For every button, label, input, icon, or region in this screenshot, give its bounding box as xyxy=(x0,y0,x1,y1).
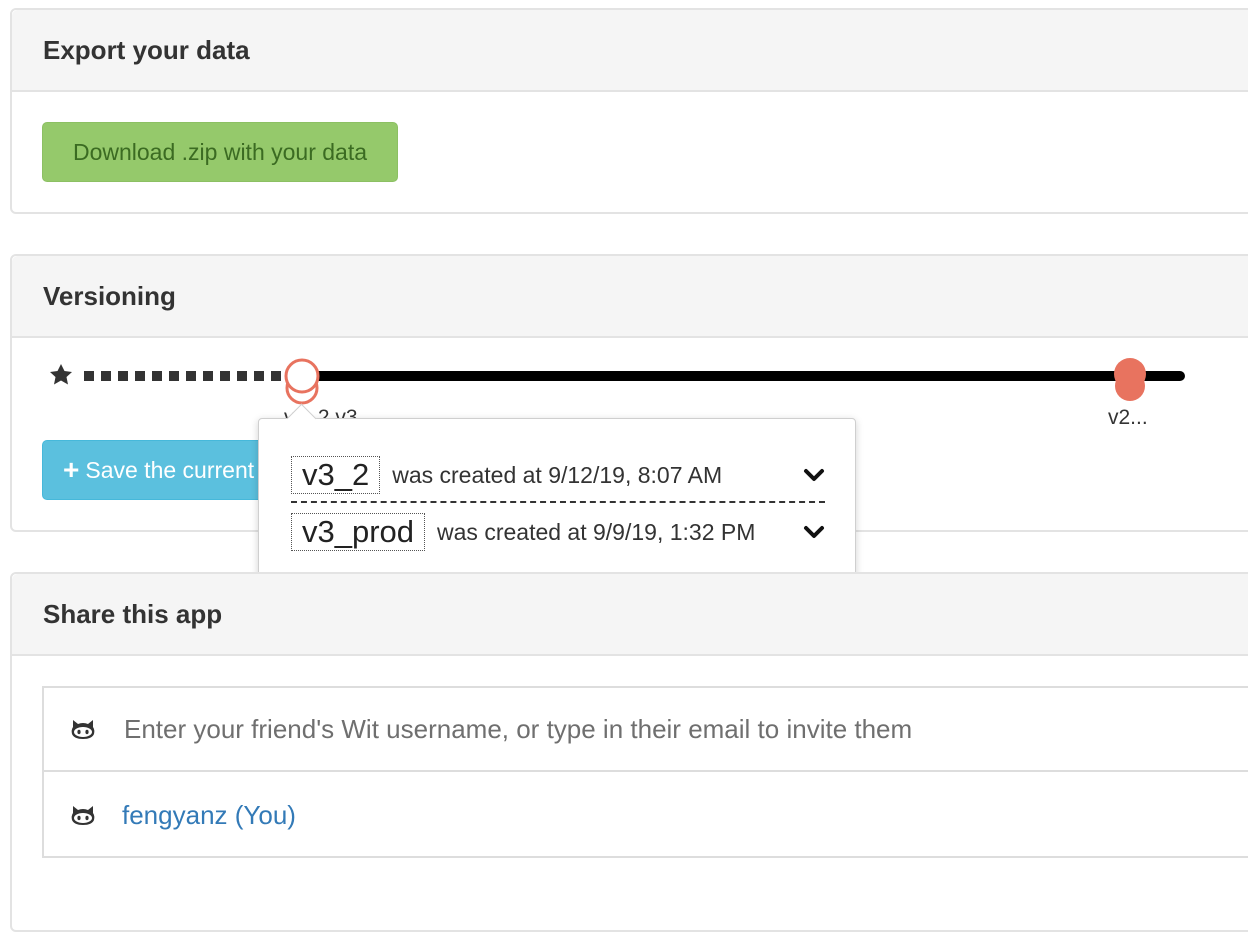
chevron-down-icon[interactable] xyxy=(803,525,825,539)
github-icon xyxy=(70,718,98,740)
member-link[interactable]: fengyanz (You) xyxy=(122,800,296,831)
download-zip-button[interactable]: Download .zip with your data xyxy=(42,122,398,182)
version-marker[interactable] xyxy=(1114,358,1146,401)
version-created-text: was created at 9/9/19, 1:32 PM xyxy=(437,518,756,545)
chevron-down-icon[interactable] xyxy=(803,468,825,482)
share-panel: Share this app fe xyxy=(10,572,1248,932)
version-row[interactable]: v3_prod was created at 9/9/19, 1:32 PM xyxy=(291,509,825,555)
github-icon xyxy=(70,804,98,826)
export-title: Export your data xyxy=(12,10,1248,92)
member-row: fengyanz (You) xyxy=(44,774,1248,856)
invite-user-input[interactable] xyxy=(122,712,1126,746)
version-created-text: was created at 9/12/19, 8:07 AM xyxy=(392,461,723,488)
export-panel: Export your data Download .zip with your… xyxy=(10,8,1248,214)
version-popover: v3_2 was created at 9/12/19, 8:07 AM v3_… xyxy=(258,403,856,592)
invite-row xyxy=(44,688,1248,772)
version-timeline xyxy=(50,358,1185,405)
share-title: Share this app xyxy=(12,574,1248,656)
version-row[interactable]: v3_2 was created at 9/12/19, 8:07 AM xyxy=(291,449,825,503)
plus-icon: + xyxy=(63,454,80,485)
version-marker-selected[interactable] xyxy=(284,358,320,405)
version-tag[interactable]: v3_2 xyxy=(291,456,381,494)
timeline-label: v2... xyxy=(1108,406,1148,429)
share-list: fengyanz (You) xyxy=(42,686,1248,858)
star-icon xyxy=(50,364,72,385)
version-tag[interactable]: v3_prod xyxy=(291,513,426,551)
